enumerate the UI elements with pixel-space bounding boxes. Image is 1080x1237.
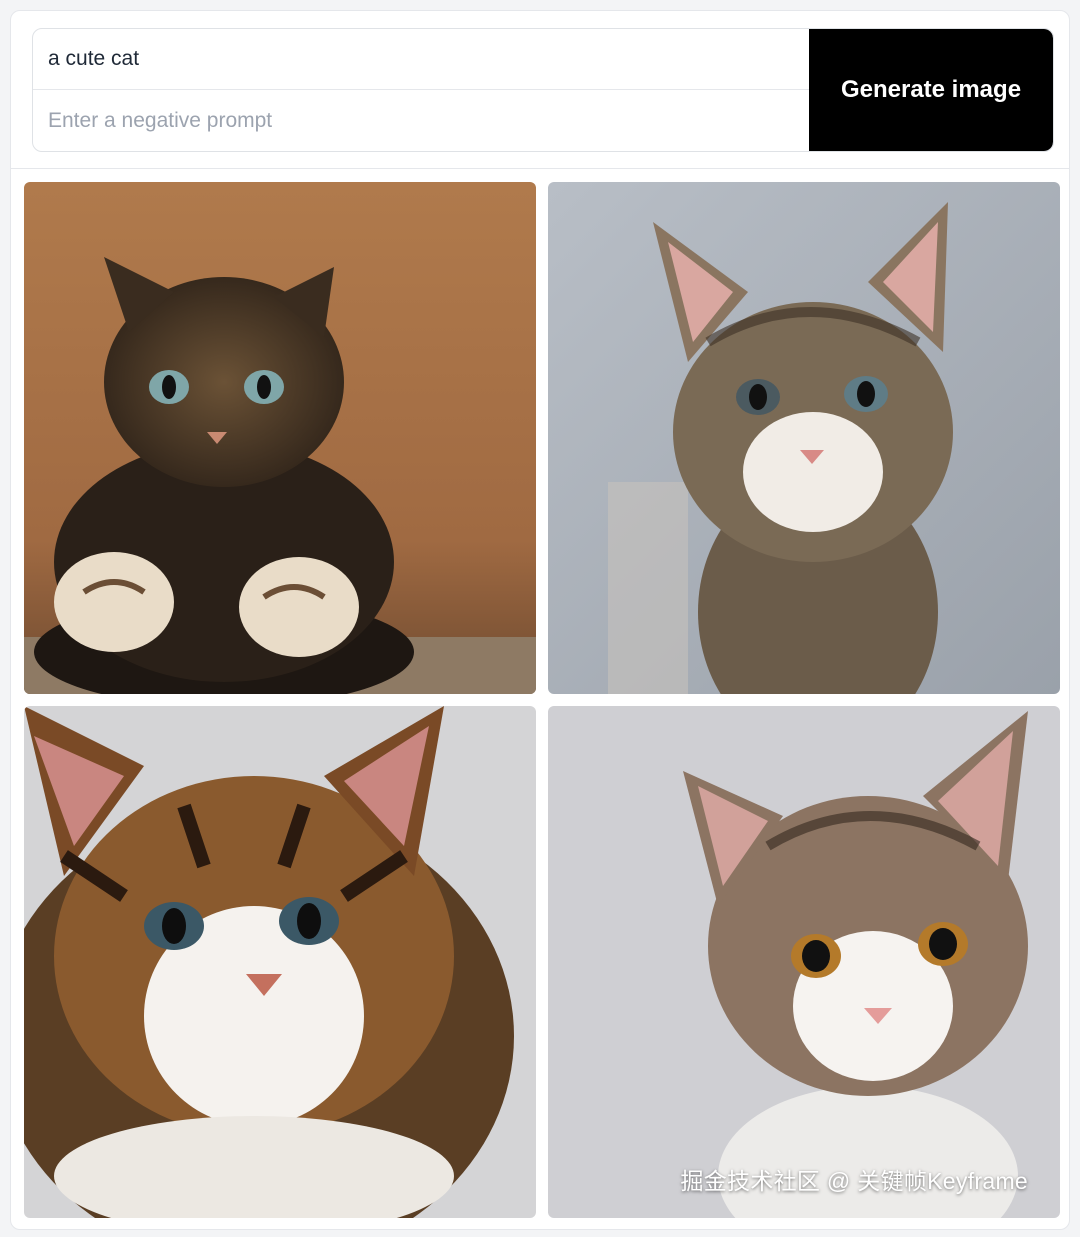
cat-image-4 [548, 706, 1060, 1218]
negative-prompt-input[interactable]: Enter a negative prompt [33, 90, 809, 151]
prompt-inputs: a cute cat Enter a negative prompt [33, 29, 809, 151]
cat-image-2 [548, 182, 1060, 694]
divider [11, 168, 1069, 169]
cat-image-3 [24, 706, 536, 1218]
app-panel: a cute cat Enter a negative prompt Gener… [10, 10, 1070, 1230]
generated-image-1[interactable] [24, 182, 536, 694]
generate-image-button[interactable]: Generate image [809, 29, 1053, 151]
prompt-form: a cute cat Enter a negative prompt Gener… [32, 28, 1054, 152]
cat-image-1 [24, 182, 536, 694]
prompt-input[interactable]: a cute cat [33, 29, 809, 90]
generated-image-4[interactable]: 掘金技术社区 @ 关键帧Keyframe [548, 706, 1060, 1218]
generated-image-3[interactable] [24, 706, 536, 1218]
generated-image-2[interactable] [548, 182, 1060, 694]
watermark-text: 掘金技术社区 @ 关键帧Keyframe [680, 1168, 1028, 1194]
